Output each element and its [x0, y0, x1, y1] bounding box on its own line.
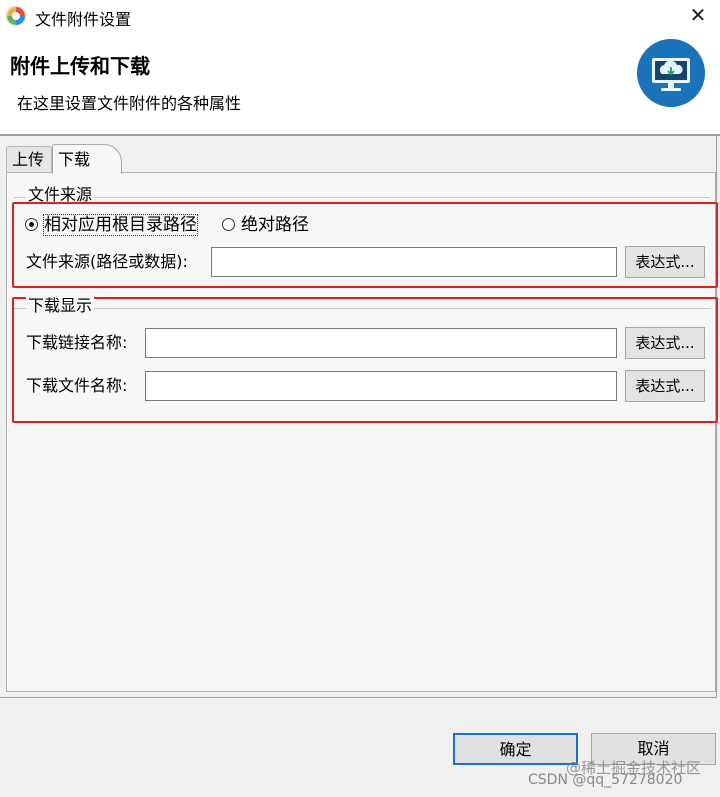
download-file-name-label: 下载文件名称:	[26, 376, 128, 395]
cloud-monitor-icon	[637, 39, 705, 107]
file-source-expression-button[interactable]: 表达式...	[625, 246, 705, 278]
absolute-path-label[interactable]: 绝对路径	[241, 215, 309, 235]
download-display-group-label: 下载显示	[26, 296, 95, 315]
close-icon: ✕	[689, 3, 707, 27]
window-title: 文件附件设置	[35, 10, 132, 29]
tab-download-label: 下载	[58, 150, 91, 169]
relative-path-label[interactable]: 相对应用根目录路径	[43, 214, 198, 236]
file-source-input[interactable]	[211, 247, 617, 277]
file-source-label: 文件来源(路径或数据):	[26, 252, 188, 271]
download-display-highlight	[12, 297, 718, 423]
download-file-name-expression-button[interactable]: 表达式...	[625, 370, 705, 402]
tab-download[interactable]: 下载	[52, 144, 122, 174]
radio-selected-dot	[29, 222, 34, 227]
download-file-name-input[interactable]	[145, 371, 617, 401]
file-source-group-line	[14, 197, 710, 198]
absolute-path-radio[interactable]	[222, 218, 235, 231]
header-title: 附件上传和下载	[10, 54, 150, 78]
header-subtitle: 在这里设置文件附件的各种属性	[17, 94, 242, 113]
dialog-header: 附件上传和下载 在这里设置文件附件的各种属性	[0, 34, 720, 134]
title-bar: 文件附件设置 ✕	[0, 0, 720, 34]
app-logo-icon	[5, 5, 27, 27]
watermark-csdn: CSDN @qq_57278020	[528, 772, 683, 788]
download-link-name-label: 下载链接名称:	[26, 333, 128, 352]
ok-button[interactable]: 确定	[453, 733, 578, 765]
tab-upload-label: 上传	[12, 150, 45, 169]
download-link-name-input[interactable]	[145, 328, 617, 358]
download-link-name-expression-button[interactable]: 表达式...	[625, 327, 705, 359]
tab-upload[interactable]: 上传	[6, 146, 52, 172]
close-button[interactable]: ✕	[676, 0, 720, 34]
relative-path-radio[interactable]	[25, 218, 38, 231]
